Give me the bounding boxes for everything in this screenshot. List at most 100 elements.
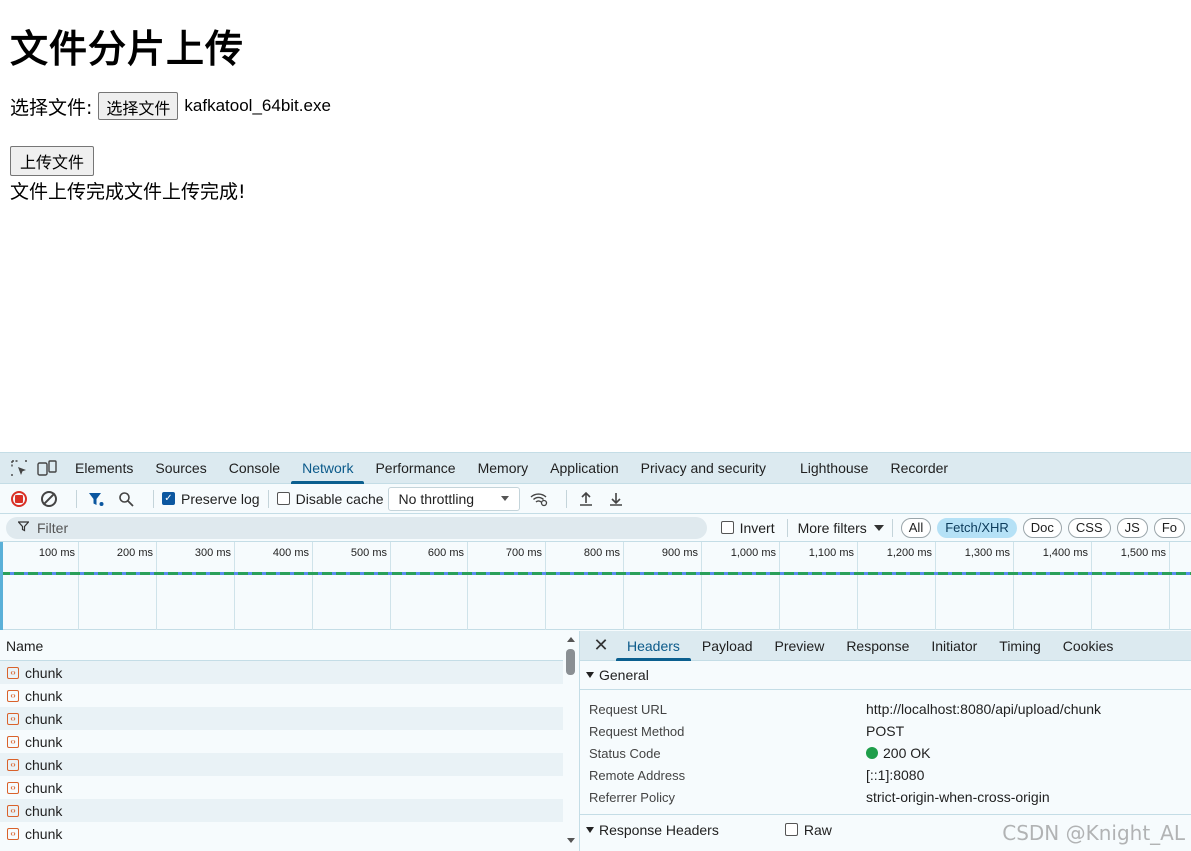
toolbar-divider	[565, 489, 567, 508]
tab-initiator[interactable]: Initiator	[920, 631, 988, 661]
timeline-tick: 300 ms	[195, 542, 235, 630]
timeline-selection-handle[interactable]	[0, 542, 3, 630]
raw-checkbox[interactable]	[784, 823, 798, 836]
filter-divider	[891, 518, 893, 537]
raw-toggle[interactable]: Raw	[784, 821, 832, 838]
export-har-icon[interactable]	[605, 488, 627, 510]
tab-privacy-security[interactable]: Privacy and security	[630, 453, 777, 484]
disable-cache-checkbox[interactable]	[276, 492, 290, 505]
scroll-up-icon[interactable]	[567, 637, 575, 642]
tab-elements[interactable]: Elements	[64, 453, 144, 484]
status-code-value: 200 OK	[866, 745, 930, 761]
timeline-tick: 800 ms	[584, 542, 624, 630]
table-row[interactable]: ‹› chunk	[0, 822, 564, 845]
general-section-title: General	[599, 667, 649, 683]
timeline-tick: 1,300 ms	[965, 542, 1014, 630]
timeline-tick: 600 ms	[428, 542, 468, 630]
timeline-tick: 1,200 ms	[887, 542, 936, 630]
stop-recording-icon[interactable]	[8, 488, 30, 510]
tab-timing[interactable]: Timing	[988, 631, 1052, 661]
file-label: 选择文件:	[10, 96, 93, 119]
chip-fetch-xhr[interactable]: Fetch/XHR	[937, 517, 1017, 538]
timeline-tick-label: 100 ms	[38, 547, 75, 559]
timeline-tick-label: 1,500 ms	[1120, 547, 1166, 559]
tab-payload[interactable]: Payload	[691, 631, 764, 661]
tab-console[interactable]: Console	[218, 453, 291, 484]
upload-button[interactable]: 上传文件	[10, 146, 95, 176]
header-value: POST	[866, 723, 905, 739]
clear-icon[interactable]	[38, 488, 60, 510]
request-rows: ‹› chunk ‹› chunk ‹› chunk ‹› chunk ‹› chunk ‹› chu…	[0, 661, 564, 845]
header-key: Referrer Policy	[589, 789, 675, 805]
chip-font[interactable]: Fo	[1153, 517, 1185, 538]
tab-cookies[interactable]: Cookies	[1052, 631, 1125, 661]
timeline-tick-label: 900 ms	[661, 547, 698, 559]
request-name: chunk	[25, 756, 63, 773]
name-column-header[interactable]: Name	[0, 631, 579, 661]
xhr-request-icon: ‹›	[7, 689, 19, 702]
table-row[interactable]: ‹› chunk	[0, 707, 564, 730]
tab-network[interactable]: Network	[291, 453, 365, 484]
file-select-row: 选择文件: 选择文件 kafkatool_64bit.exe	[10, 92, 331, 120]
table-row[interactable]: ‹› chunk	[0, 799, 564, 822]
table-row[interactable]: ‹› chunk	[0, 730, 564, 753]
chip-all[interactable]: All	[900, 517, 932, 538]
header-row: Request Method POST	[589, 720, 1191, 742]
tab-recorder[interactable]: Recorder	[879, 453, 959, 484]
throttling-select[interactable]: No throttling	[387, 486, 520, 511]
network-conditions-icon[interactable]	[528, 488, 550, 510]
funnel-icon	[17, 520, 30, 535]
request-list-scrollbar[interactable]	[563, 631, 579, 851]
xhr-request-icon: ‹›	[7, 827, 19, 840]
scrollbar-thumb[interactable]	[566, 649, 575, 675]
invert-checkbox[interactable]	[721, 521, 734, 534]
tab-application[interactable]: Application	[539, 453, 630, 484]
table-row[interactable]: ‹› chunk	[0, 753, 564, 776]
tab-lighthouse[interactable]: Lighthouse	[789, 453, 880, 484]
throttling-value: No throttling	[398, 490, 475, 507]
choose-file-button[interactable]: 选择文件	[98, 92, 179, 120]
chip-css[interactable]: CSS	[1067, 517, 1111, 538]
tab-memory[interactable]: Memory	[467, 453, 540, 484]
tab-performance[interactable]: Performance	[364, 453, 466, 484]
upload-page: 文件分片上传 选择文件: 选择文件 kafkatool_64bit.exe 上传…	[10, 0, 1180, 452]
table-row[interactable]: ‹› chunk	[0, 776, 564, 799]
table-row[interactable]: ‹› chunk	[0, 661, 564, 684]
header-value: http://localhost:8080/api/upload/chunk	[866, 701, 1102, 717]
filter-input[interactable]: Filter	[6, 516, 707, 539]
filter-icon[interactable]	[85, 488, 107, 510]
tab-preview[interactable]: Preview	[764, 631, 836, 661]
close-icon[interactable]: ✕	[586, 635, 616, 656]
device-toolbar-icon[interactable]	[36, 457, 58, 479]
scroll-down-icon[interactable]	[567, 838, 575, 843]
more-filters-button[interactable]: More filters	[798, 520, 884, 536]
timeline-tick-label: 200 ms	[116, 547, 153, 559]
timeline-tick-label: 1,300 ms	[964, 547, 1010, 559]
xhr-request-icon: ‹›	[7, 735, 19, 748]
general-section-toggle[interactable]: General	[580, 661, 1191, 690]
timeline-tick: 200 ms	[117, 542, 157, 630]
chip-doc[interactable]: Doc	[1022, 517, 1062, 538]
watermark: CSDN @Knight_AL	[1002, 821, 1185, 845]
tab-headers[interactable]: Headers	[616, 631, 691, 661]
inspect-element-icon[interactable]	[8, 457, 30, 479]
timeline-tick: 900 ms	[662, 542, 702, 630]
general-section: Request URL http://localhost:8080/api/up…	[580, 690, 1191, 815]
timeline-tick: 700 ms	[506, 542, 546, 630]
network-timeline-overview[interactable]: 1,500 ms 1,400 ms 1,300 ms 1,200 ms 1,100 ms…	[0, 542, 1191, 630]
header-row: Status Code 200 OK	[589, 742, 1191, 764]
tab-sources[interactable]: Sources	[144, 453, 217, 484]
preserve-log-checkbox[interactable]: ✓	[162, 492, 175, 505]
table-row[interactable]: ‹› chunk	[0, 684, 564, 707]
invert-label: Invert	[739, 519, 775, 536]
raw-label: Raw	[803, 821, 832, 838]
toolbar-divider	[267, 489, 269, 508]
xhr-request-icon: ‹›	[7, 666, 19, 679]
filter-bar: Filter Invert More filters All Fetch/XHR…	[0, 514, 1191, 542]
tab-response[interactable]: Response	[835, 631, 920, 661]
search-icon[interactable]	[115, 488, 137, 510]
timeline-tick-label: 1,200 ms	[886, 547, 932, 559]
import-har-icon[interactable]	[575, 488, 597, 510]
chip-js[interactable]: JS	[1116, 517, 1148, 538]
timeline-tick-label: 500 ms	[350, 547, 387, 559]
